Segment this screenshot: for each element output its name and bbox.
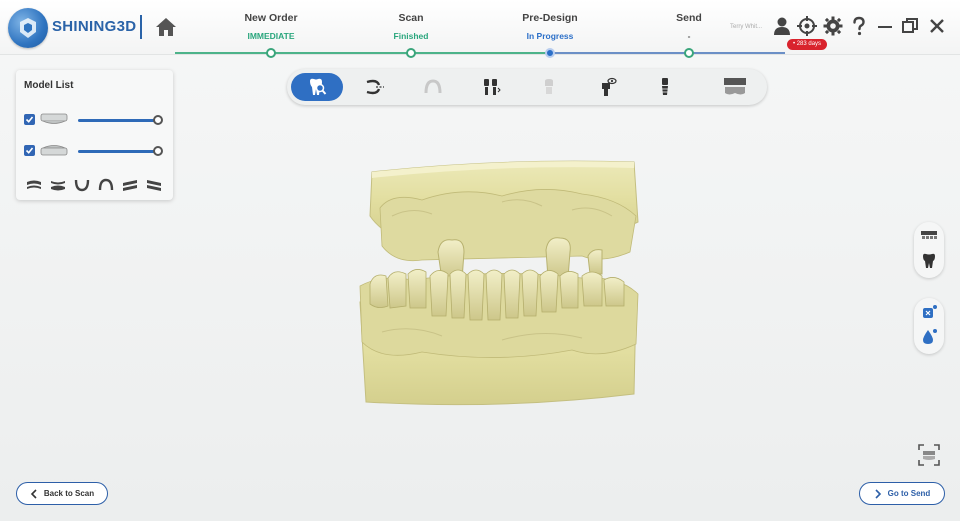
step-dot <box>266 48 276 58</box>
step-new-order[interactable]: New Order IMMEDIATE <box>216 12 326 58</box>
tooth-dim-tool[interactable] <box>523 73 575 101</box>
model-row-upper <box>24 112 169 128</box>
right-view-icon[interactable] <box>146 178 162 192</box>
back-button-label: Back to Scan <box>43 489 95 498</box>
tooth-search-icon <box>310 78 327 95</box>
next-button-label: Go to Send <box>887 489 931 498</box>
chevron-left-icon <box>30 488 37 499</box>
user-icon[interactable] <box>772 16 792 36</box>
upper-jaw-opacity-handle[interactable] <box>153 115 163 125</box>
step-status: IMMEDIATE <box>247 31 295 41</box>
step-pre-design[interactable]: Pre-Design In Progress <box>495 12 605 58</box>
help-icon[interactable] <box>849 16 869 36</box>
mesh-tool-icon[interactable] <box>920 304 938 322</box>
model-row-lower <box>24 143 169 159</box>
panel-title: Model List <box>24 80 74 91</box>
tooth-search-tool[interactable] <box>291 73 343 101</box>
left-view-icon[interactable] <box>122 178 138 192</box>
view-toolbar <box>26 178 166 192</box>
arch-tool[interactable] <box>407 73 459 101</box>
side-tools-group-1 <box>914 222 944 278</box>
model-base-tool[interactable] <box>707 73 759 101</box>
fit-view-icon <box>918 444 940 466</box>
model-list-panel: Model List <box>16 70 173 200</box>
step-dot <box>406 48 416 58</box>
jaw-cut-tool[interactable] <box>349 73 401 101</box>
shining3d-logo <box>8 8 48 48</box>
user-name: Terry Whit... <box>730 24 763 30</box>
restore-icon[interactable] <box>900 16 920 36</box>
design-toolbar <box>287 69 767 105</box>
step-status: In Progress <box>526 31 574 41</box>
gear-icon[interactable] <box>823 16 843 36</box>
step-title: Pre-Design <box>522 12 578 24</box>
dental-model-3d-view[interactable] <box>352 156 644 415</box>
back-to-scan-button[interactable]: Back to Scan <box>16 482 108 505</box>
step-status: Finished <box>393 31 429 41</box>
brand-divider <box>140 15 142 39</box>
arch-view-icon[interactable] <box>98 178 114 192</box>
model-base-icon <box>724 78 746 95</box>
step-send[interactable]: Send - <box>634 12 744 58</box>
upper-jaw-thumbnail <box>40 112 68 131</box>
step-dot <box>684 48 694 58</box>
implant-adjust-icon <box>484 79 501 95</box>
upper-view-icon[interactable] <box>26 178 42 192</box>
scanbody-view-tool[interactable] <box>581 73 633 101</box>
chevron-right-icon <box>875 488 881 499</box>
title-bar: SHINING3D New Order IMMEDIATE Scan Finis… <box>0 0 960 58</box>
tooth-icon[interactable] <box>920 252 938 270</box>
step-title: Scan <box>398 12 424 24</box>
go-to-send-button[interactable]: Go to Send <box>859 482 945 505</box>
step-title: Send <box>676 12 702 24</box>
lower-jaw-thumbnail <box>40 143 68 162</box>
jaw-cut-icon <box>366 79 384 95</box>
lower-jaw-checkbox[interactable] <box>24 145 35 156</box>
lower-view-icon[interactable] <box>74 178 90 192</box>
scanbody-eye-icon <box>602 77 617 96</box>
step-scan[interactable]: Scan Finished <box>356 12 466 58</box>
implant-icon <box>662 78 668 95</box>
upper-jaw-opacity-track[interactable] <box>78 119 156 122</box>
occlusion-view-icon[interactable] <box>50 178 66 192</box>
tooth-dim-icon <box>545 79 553 94</box>
close-icon[interactable] <box>927 16 947 36</box>
implant-adjust-tool[interactable] <box>465 73 517 101</box>
minimize-icon[interactable] <box>875 16 895 36</box>
home-icon[interactable] <box>155 16 177 38</box>
license-badge: • 283 days <box>787 39 827 50</box>
fit-view-button[interactable] <box>917 443 941 467</box>
step-dot <box>545 48 555 58</box>
drop-icon[interactable] <box>920 328 938 346</box>
step-title: New Order <box>244 12 298 24</box>
arch-icon <box>424 79 442 94</box>
target-icon[interactable] <box>797 16 817 36</box>
lower-jaw-opacity-track[interactable] <box>78 150 156 153</box>
step-status: - <box>687 31 691 41</box>
implant-tool[interactable] <box>639 73 691 101</box>
upper-jaw-checkbox[interactable] <box>24 114 35 125</box>
teeth-grid-icon[interactable] <box>920 228 938 246</box>
lower-jaw-opacity-handle[interactable] <box>153 146 163 156</box>
brand-name: SHINING3D <box>52 18 137 35</box>
side-tools-group-2 <box>914 298 944 354</box>
